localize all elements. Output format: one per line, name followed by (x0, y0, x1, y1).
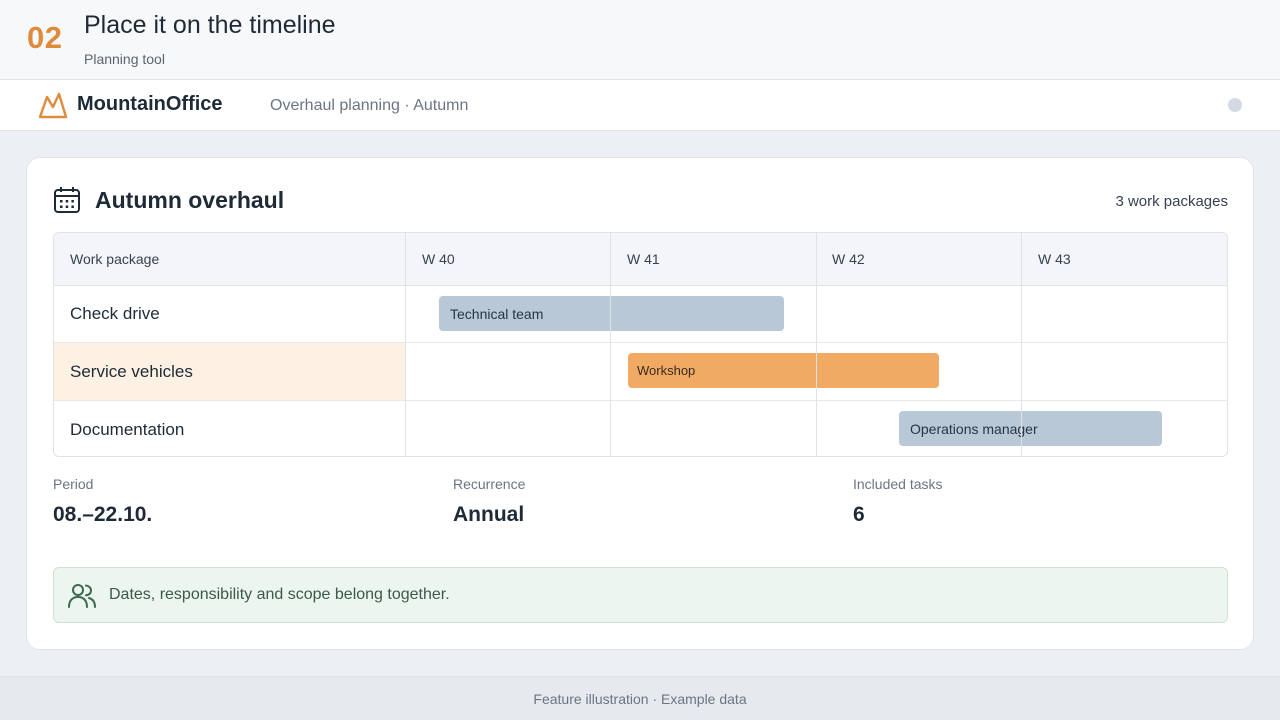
page-header: 02 Place it on the timeline Planning too… (0, 0, 1280, 80)
column-header-week: W 41 (627, 251, 660, 267)
step-number: 02 (27, 20, 63, 55)
page-subtitle: Planning tool (84, 51, 165, 67)
table-row[interactable]: Check drive Technical team (54, 286, 1227, 343)
column-divider (610, 233, 611, 456)
mountain-icon (38, 92, 68, 119)
column-divider (405, 233, 406, 456)
column-header-work-package: Work package (70, 251, 160, 267)
info-note: Dates, responsibility and scope belong t… (53, 567, 1228, 623)
timeline-bar[interactable]: Operations manager (899, 411, 1162, 446)
note-text: Dates, responsibility and scope belong t… (109, 586, 450, 603)
bar-label: Technical team (450, 305, 544, 322)
calendar-icon (54, 187, 80, 213)
column-header-week: W 42 (832, 251, 865, 267)
table-row[interactable]: Service vehicles Workshop (54, 343, 1227, 401)
bar-label: Operations manager (910, 420, 1038, 437)
row-label: Documentation (70, 419, 185, 439)
breadcrumb: Overhaul planning · Autumn (270, 97, 469, 114)
stat-value: Annual (453, 503, 525, 526)
row-label: Check drive (70, 304, 160, 323)
column-header-week: W 43 (1038, 251, 1071, 267)
stat-label: Included tasks (853, 476, 943, 492)
timeline-table: Work package W 40 W 41 W 42 W 43 Check d… (53, 232, 1228, 457)
stat-label: Recurrence (453, 476, 526, 492)
card-title: Autumn overhaul (95, 187, 285, 213)
stat-value: 6 (853, 503, 865, 526)
page-title: Place it on the timeline (84, 11, 336, 39)
row-label: Service vehicles (54, 343, 405, 400)
timeline-card: Autumn overhaul 3 work packages Work pac… (26, 157, 1254, 650)
bar-label: Workshop (637, 363, 696, 378)
table-header: Work package W 40 W 41 W 42 W 43 (54, 233, 1227, 286)
page-footer: Feature illustration · Example data (0, 676, 1280, 720)
timeline-bar[interactable]: Workshop (628, 353, 939, 388)
users-icon (68, 584, 96, 608)
column-divider (816, 233, 817, 456)
column-header-week: W 40 (422, 251, 455, 267)
stat-label: Period (53, 476, 94, 492)
table-row[interactable]: Documentation Operations manager (54, 401, 1227, 456)
work-package-count: 3 work packages (1115, 193, 1228, 210)
app-bar: MountainOffice Overhaul planning · Autum… (0, 80, 1280, 131)
stat-value: 08.–22.10. (53, 503, 153, 526)
status-dot-icon (1228, 98, 1242, 112)
column-divider (1021, 233, 1022, 456)
brand-name: MountainOffice (77, 93, 223, 115)
timeline-bar[interactable]: Technical team (439, 296, 784, 331)
